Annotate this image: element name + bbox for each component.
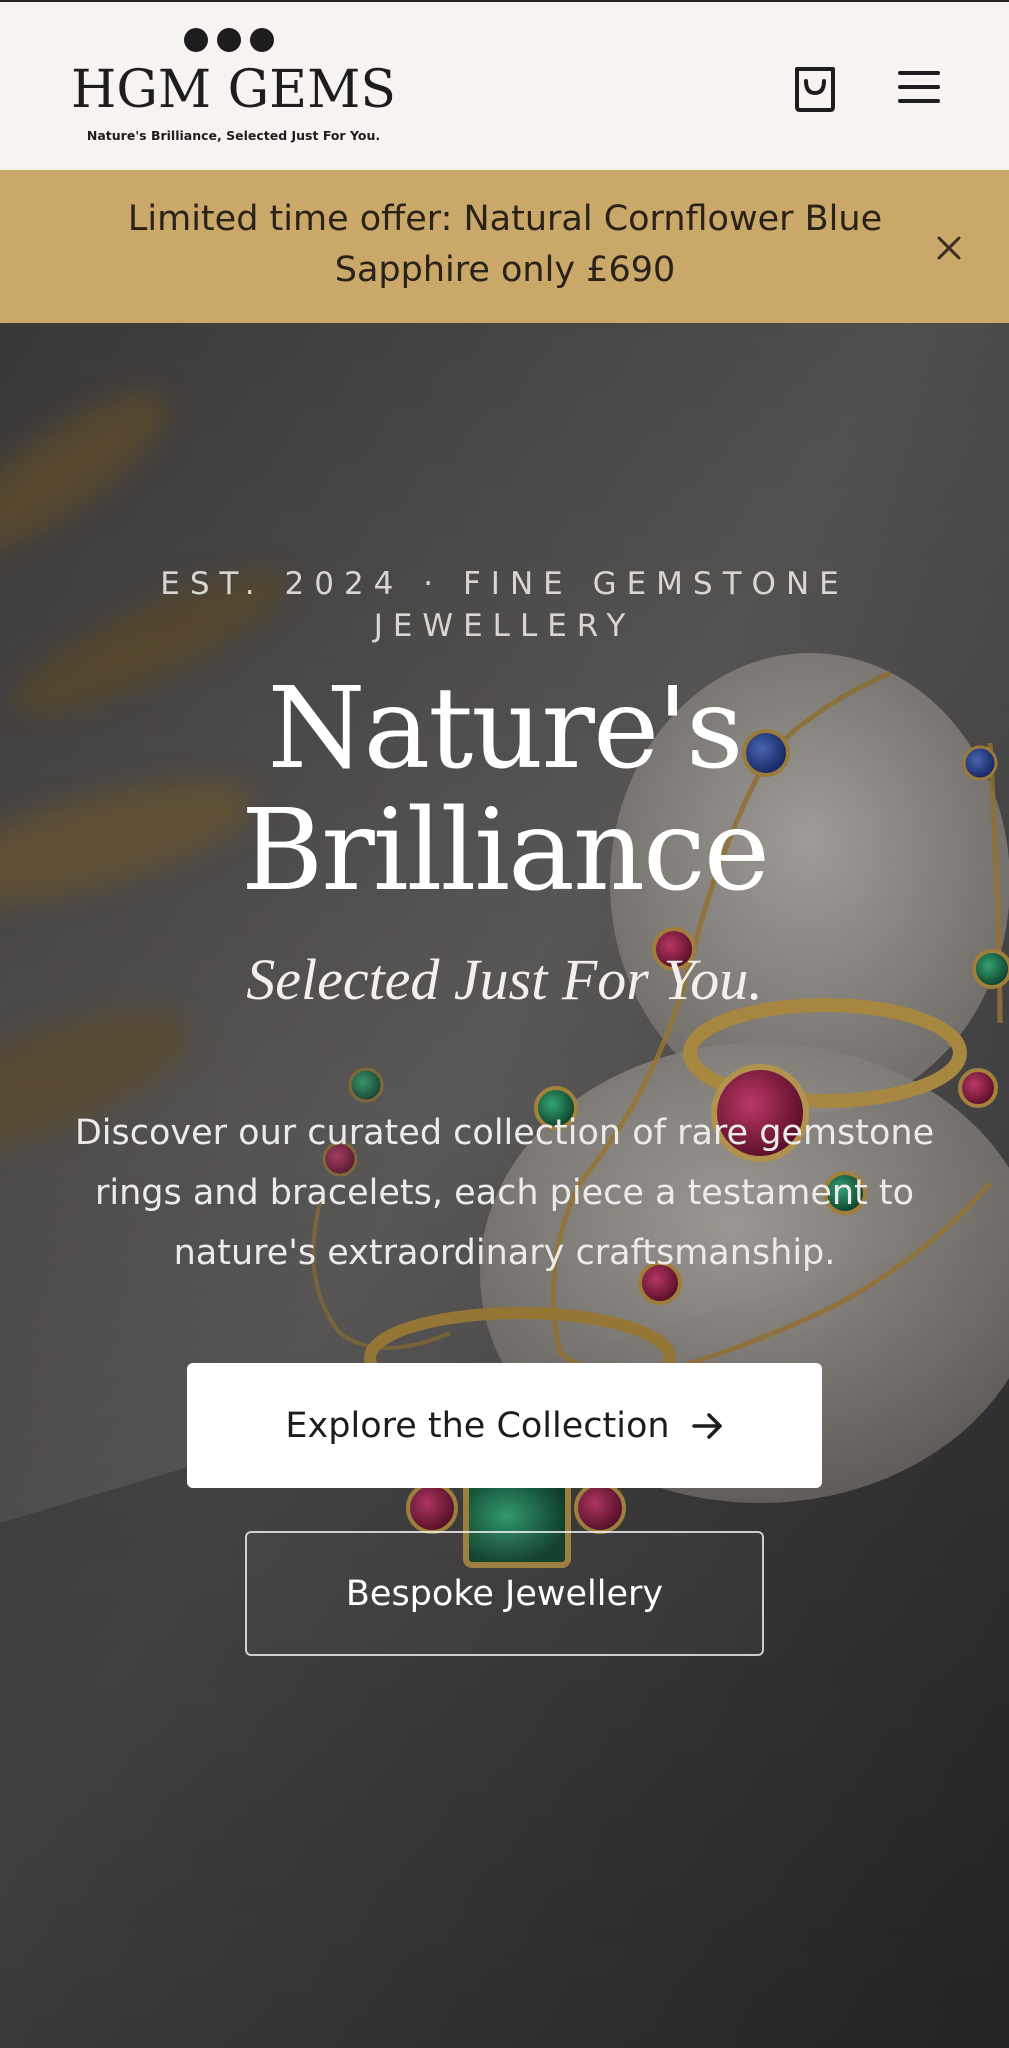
announcement-bar: Limited time offer: Natural Cornflower B… bbox=[0, 170, 1009, 323]
bespoke-jewellery-button[interactable]: Bespoke Jewellery bbox=[245, 1531, 764, 1656]
arrow-right-icon bbox=[691, 1412, 722, 1439]
hamburger-menu-icon bbox=[898, 71, 940, 103]
announcement-close-button[interactable] bbox=[926, 225, 972, 271]
logo-tagline: Nature's Brilliance, Selected Just For Y… bbox=[86, 128, 381, 143]
brand-logo[interactable]: HGM GEMS Nature's Brilliance, Selected J… bbox=[66, 24, 401, 150]
hero-description: Discover our curated collection of rare … bbox=[74, 1113, 935, 1273]
hero-eyebrow: EST. 2024 · FINE GEMSTONE JEWELLERY bbox=[160, 566, 849, 644]
hero-subtitle: Selected Just For You. bbox=[246, 947, 763, 1012]
logo-dots-icon bbox=[184, 28, 274, 52]
hero-title: Nature's Brilliance bbox=[240, 664, 770, 916]
hero-section: EST. 2024 · FINE GEMSTONE JEWELLERY Natu… bbox=[0, 323, 1009, 2048]
bespoke-jewellery-label: Bespoke Jewellery bbox=[345, 1573, 664, 1614]
announcement-text[interactable]: Limited time offer: Natural Cornflower B… bbox=[110, 194, 900, 296]
explore-collection-label: Explore the Collection bbox=[285, 1405, 670, 1446]
menu-button[interactable] bbox=[891, 59, 947, 115]
close-icon bbox=[937, 236, 961, 260]
page: HGM GEMS Nature's Brilliance, Selected J… bbox=[0, 0, 1009, 2048]
logo-wordmark: HGM GEMS bbox=[70, 60, 397, 120]
explore-collection-button[interactable]: Explore the Collection bbox=[187, 1363, 822, 1488]
site-header: HGM GEMS Nature's Brilliance, Selected J… bbox=[0, 0, 1009, 170]
cart-button[interactable] bbox=[787, 59, 843, 115]
shopping-bag-icon bbox=[795, 67, 835, 112]
